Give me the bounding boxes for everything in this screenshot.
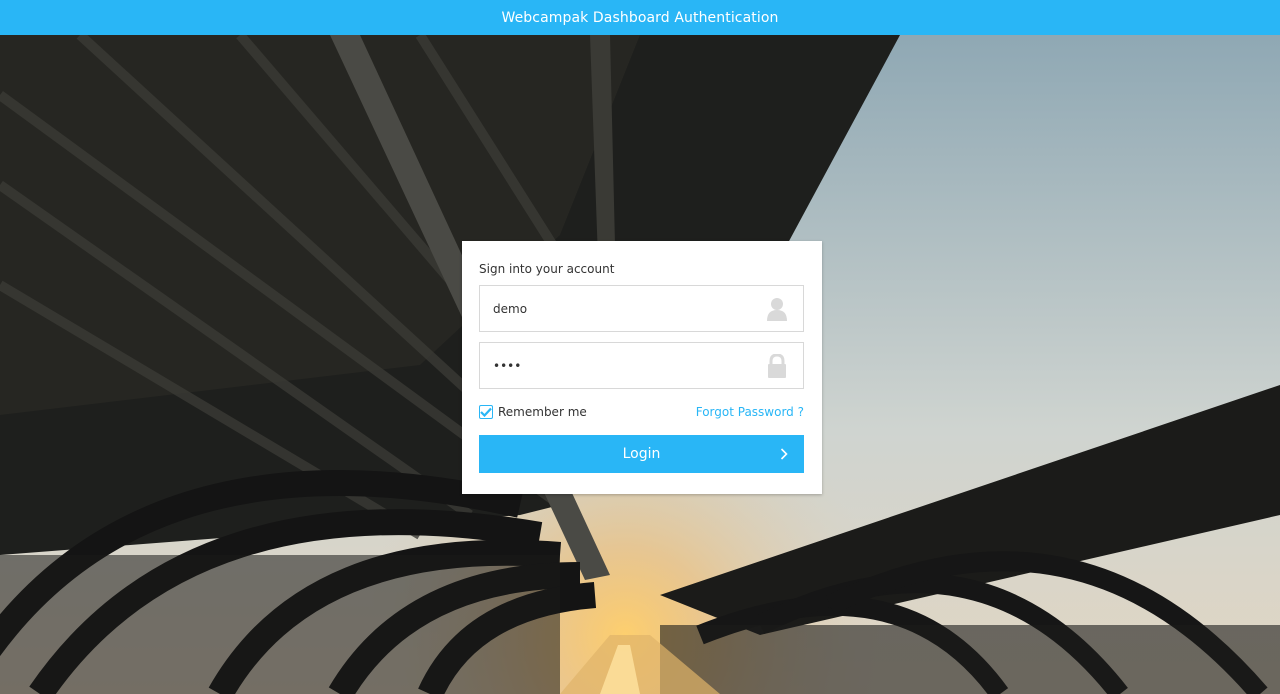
lock-icon — [766, 353, 788, 378]
check-icon — [480, 407, 492, 417]
username-field-wrapper — [479, 285, 804, 332]
login-card: Sign into your account Remember me Forgo… — [462, 241, 822, 494]
forgot-password-link[interactable]: Forgot Password ? — [696, 405, 804, 419]
login-button[interactable]: Login — [479, 435, 804, 473]
password-input[interactable] — [480, 343, 750, 388]
login-button-label: Login — [622, 446, 661, 462]
login-heading: Sign into your account — [479, 262, 615, 276]
app-title: Webcampak Dashboard Authentication — [501, 9, 779, 26]
password-field-wrapper — [479, 342, 804, 389]
username-input[interactable] — [480, 286, 750, 331]
checkbox-box[interactable] — [479, 405, 493, 419]
remember-me-label: Remember me — [498, 405, 587, 419]
app-header: Webcampak Dashboard Authentication — [0, 0, 1280, 35]
remember-me-checkbox[interactable]: Remember me — [479, 405, 587, 419]
chevron-right-icon — [780, 448, 788, 460]
user-icon — [766, 297, 788, 321]
